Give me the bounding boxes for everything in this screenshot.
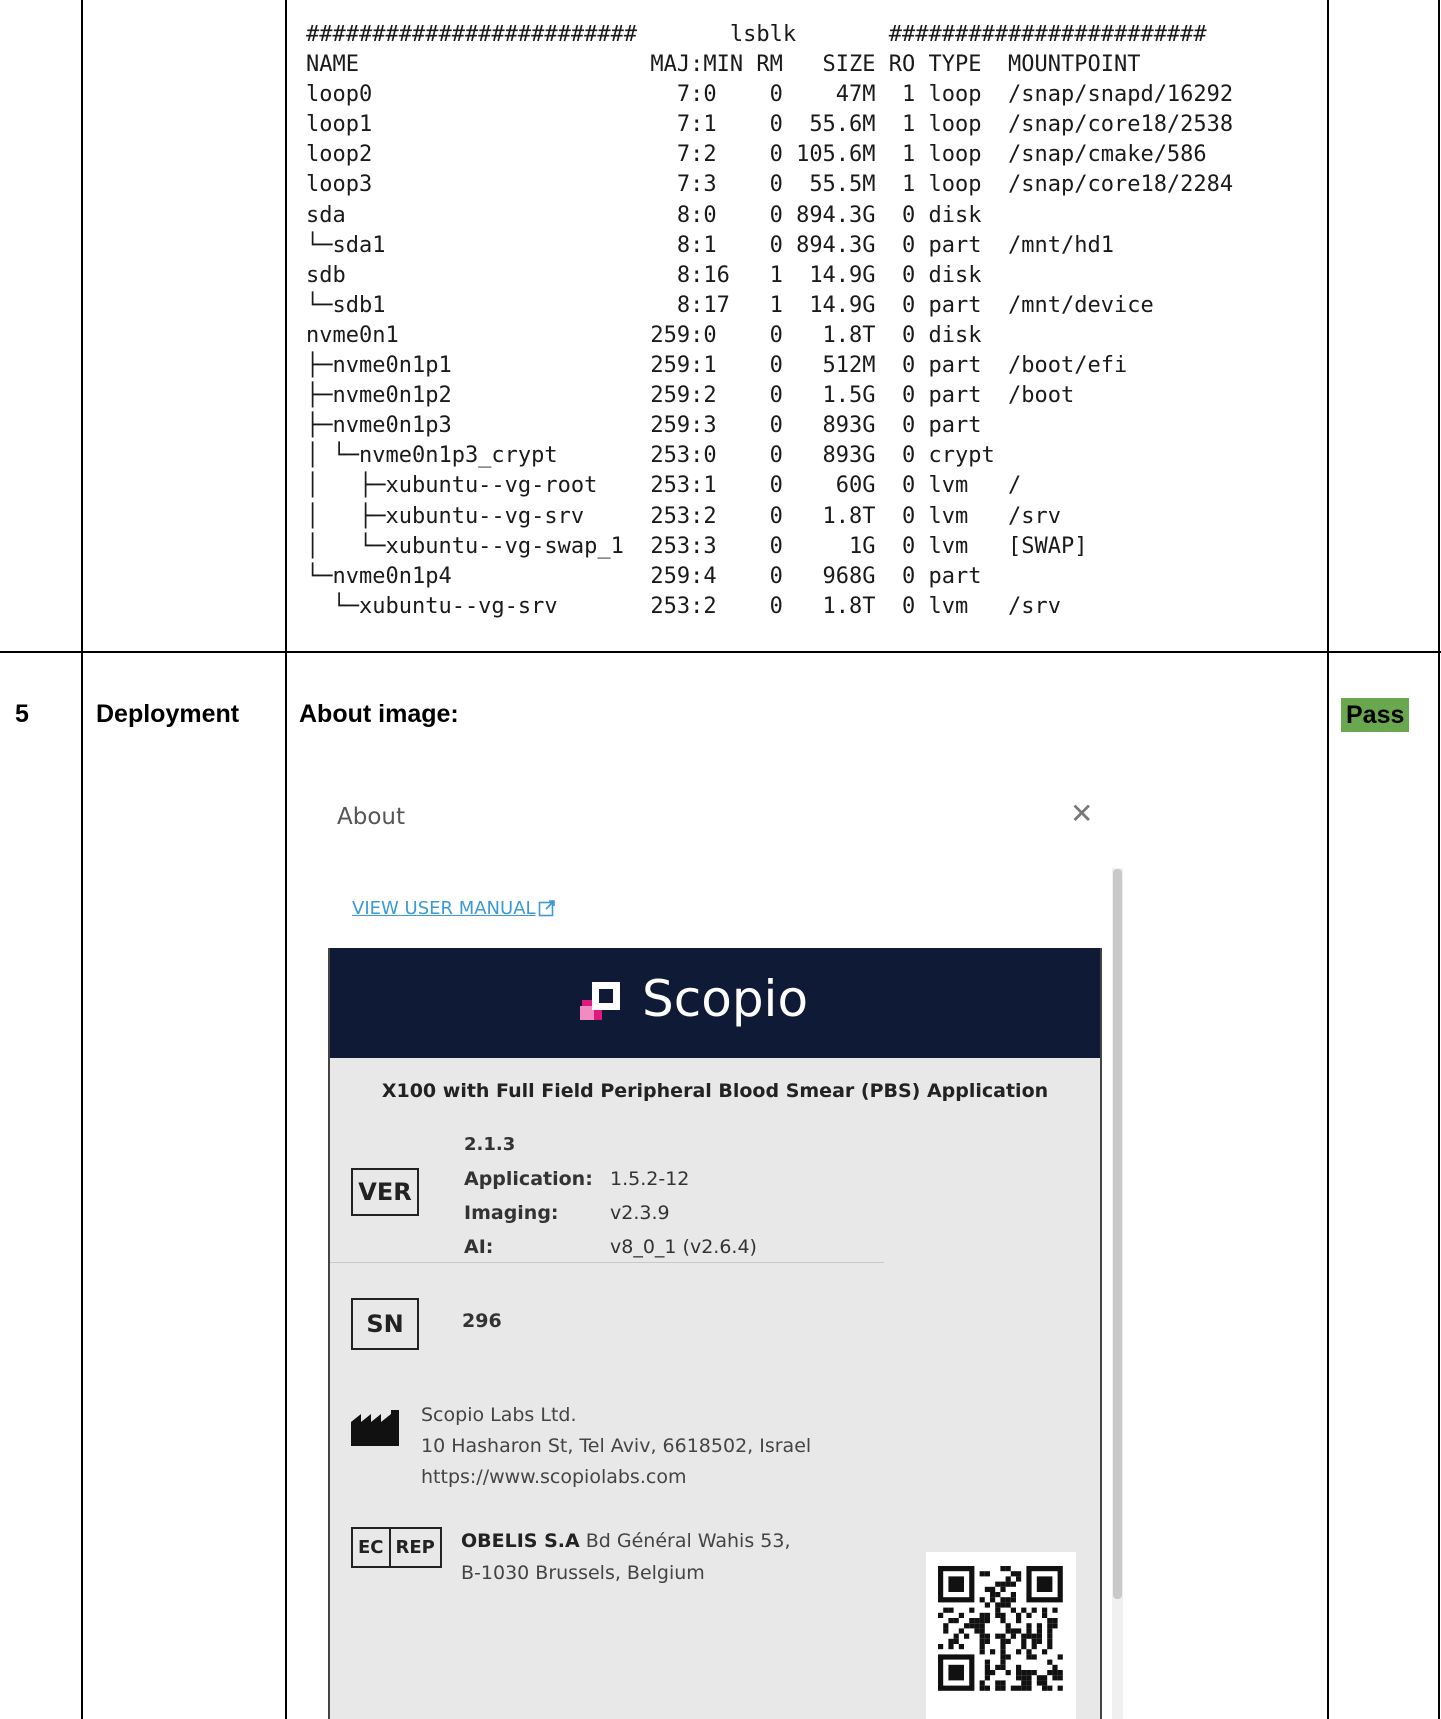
- eu-representative: OBELIS S.A Bd Général Wahis 53,: [461, 1530, 791, 1552]
- scopio-logo-icon: [580, 982, 620, 1020]
- brand-header: Scopio: [330, 948, 1100, 1058]
- terminal-line: NAME MAJ:MIN RM SIZE RO TYPE MOUNTPOINT: [306, 52, 1141, 78]
- table-border-left: [81, 0, 83, 1719]
- section-divider: [330, 1262, 884, 1263]
- version-symbol: VER: [351, 1168, 419, 1216]
- terminal-line: └─xubuntu--vg-srv 253:2 0 1.8T 0 lvm /sr…: [306, 593, 1061, 619]
- about-dialog: About ✕ VIEW USER MANUAL Scopio X100 wit…: [312, 768, 1130, 1719]
- product-name: X100 with Full Field Peripheral Blood Sm…: [381, 1080, 1049, 1102]
- external-link-icon: [538, 900, 555, 917]
- terminal-line: │ └─xubuntu--vg-swap_1 253:3 0 1G 0 lvm …: [306, 533, 1088, 559]
- terminal-line: └─nvme0n1p4 259:4 0 968G 0 part: [306, 563, 982, 589]
- terminal-line: sda 8:0 0 894.3G 0 disk: [306, 202, 982, 228]
- table-row-divider: [0, 651, 1441, 653]
- table-border-col2: [285, 0, 287, 1719]
- step-description: About image:: [299, 700, 459, 728]
- ec-rep-symbol: EC REP: [351, 1527, 442, 1568]
- brand-name: Scopio: [642, 970, 809, 1028]
- terminal-line: loop0 7:0 0 47M 1 loop /snap/snapd/16292: [306, 82, 1234, 108]
- dialog-title: About: [337, 804, 406, 830]
- terminal-line: loop2 7:2 0 105.6M 1 loop /snap/cmake/58…: [306, 142, 1207, 168]
- step-number: 5: [15, 700, 29, 728]
- manual-link-label: VIEW USER MANUAL: [352, 898, 536, 919]
- status-badge: Pass: [1341, 698, 1410, 732]
- version-row: Application: 1.5.2-12: [464, 1168, 690, 1190]
- terminal-line: ├─nvme0n1p2 259:2 0 1.5G 0 part /boot: [306, 383, 1075, 409]
- terminal-line: ├─nvme0n1p3 259:3 0 893G 0 part: [306, 413, 982, 439]
- terminal-line: └─sda1 8:1 0 894.3G 0 part /mnt/hd1: [306, 232, 1114, 258]
- version-number: 2.1.3: [464, 1134, 516, 1155]
- manufacturer-icon: [351, 1410, 399, 1446]
- close-icon[interactable]: ✕: [1070, 800, 1093, 828]
- eu-representative-address: B-1030 Brussels, Belgium: [461, 1562, 705, 1584]
- terminal-line: │ ├─xubuntu--vg-srv 253:2 0 1.8T 0 lvm /…: [306, 503, 1061, 529]
- manufacturer-url: https://www.scopiolabs.com: [421, 1466, 687, 1488]
- manufacturer-address: 10 Hasharon St, Tel Aviv, 6618502, Israe…: [421, 1435, 812, 1457]
- version-row: AI: v8_0_1 (v2.6.4): [464, 1236, 757, 1258]
- terminal-line: └─sdb1 8:17 1 14.9G 0 part /mnt/device: [306, 292, 1154, 318]
- terminal-line: │ └─nvme0n1p3_crypt 253:0 0 893G 0 crypt: [306, 443, 995, 469]
- table-border-col3: [1327, 0, 1329, 1719]
- terminal-line: loop1 7:1 0 55.6M 1 loop /snap/core18/25…: [306, 112, 1234, 138]
- version-row: Imaging: v2.3.9: [464, 1202, 670, 1224]
- serial-number: 296: [462, 1310, 502, 1332]
- terminal-line: nvme0n1 259:0 0 1.8T 0 disk: [306, 322, 982, 348]
- qr-code: [926, 1552, 1076, 1719]
- terminal-line: sdb 8:16 1 14.9G 0 disk: [306, 262, 982, 288]
- terminal-line: loop3 7:3 0 55.5M 1 loop /snap/core18/22…: [306, 172, 1234, 198]
- table-border-right: [1438, 0, 1440, 1719]
- terminal-line: ├─nvme0n1p1 259:1 0 512M 0 part /boot/ef…: [306, 353, 1128, 379]
- about-card: Scopio X100 with Full Field Peripheral B…: [328, 948, 1102, 1719]
- step-phase: Deployment: [96, 700, 240, 728]
- manufacturer-name: Scopio Labs Ltd.: [421, 1404, 577, 1426]
- scrollbar-thumb[interactable]: [1113, 869, 1122, 1599]
- lsblk-output: ######################### lsblk ########…: [306, 20, 1233, 622]
- view-user-manual-link[interactable]: VIEW USER MANUAL: [352, 898, 556, 919]
- terminal-line: │ ├─xubuntu--vg-root 253:1 0 60G 0 lvm /: [306, 473, 1022, 499]
- terminal-line: ######################### lsblk ########…: [306, 22, 1207, 47]
- serial-number-symbol: SN: [351, 1298, 419, 1350]
